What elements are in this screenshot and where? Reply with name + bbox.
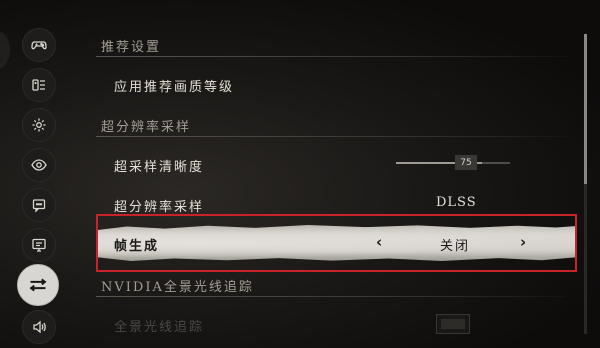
controller-layout-icon [32, 79, 45, 91]
sidebar-item-gamepad[interactable] [22, 28, 56, 62]
section-header-super-resolution: 超分辨率采样 [101, 120, 192, 135]
upscaling-value[interactable]: DLSS [436, 195, 477, 210]
setting-upscaling-label: 超分辨率采样 [114, 200, 205, 215]
sharpness-slider[interactable] [396, 162, 510, 164]
eye-icon [31, 159, 47, 171]
sidebar [0, 0, 80, 348]
scrollbar-thumb[interactable] [584, 34, 587, 184]
section-header-path-tracing: NVIDIA全景光线追踪 [101, 280, 254, 295]
settings-screen: 推荐设置 应用推荐画质等级 超分辨率采样 超采样清晰度 75 超分辨率采样 DL… [0, 0, 600, 348]
settings-content: 推荐设置 应用推荐画质等级 超分辨率采样 超采样清晰度 75 超分辨率采样 DL… [96, 0, 580, 348]
gamepad-icon [31, 41, 47, 50]
scrollbar[interactable] [584, 34, 587, 334]
chat-icon [32, 199, 46, 213]
sharpness-value-badge[interactable]: 75 [455, 155, 477, 170]
section-divider [96, 56, 566, 57]
setting-path-tracing-label: 全景光线追踪 [114, 320, 205, 335]
sidebar-item-graphics[interactable] [17, 264, 59, 306]
frame-generation-value: 关闭 [440, 239, 471, 254]
frame-generation-row[interactable] [98, 225, 575, 261]
setting-apply-recommended-quality[interactable]: 应用推荐画质等级 [114, 76, 234, 95]
section-divider [96, 296, 566, 297]
gear-icon [32, 118, 46, 132]
sidebar-item-controller-layout[interactable] [22, 68, 56, 102]
sidebar-item-monitor[interactable] [22, 228, 56, 262]
monitor-icon [32, 238, 46, 252]
prev-option-arrow[interactable]: ‹ [376, 233, 382, 251]
next-option-arrow[interactable]: › [520, 233, 526, 251]
sidebar-edge-decoration [0, 30, 10, 70]
section-divider [96, 136, 566, 137]
speaker-icon [33, 320, 46, 334]
setting-sharpness-label: 超采样清晰度 [114, 160, 205, 175]
path-tracing-toggle[interactable] [436, 314, 470, 334]
sidebar-item-audio[interactable] [22, 310, 56, 344]
sliders-icon [29, 278, 47, 292]
sidebar-item-chat[interactable] [22, 188, 56, 222]
sidebar-item-display[interactable] [22, 148, 56, 182]
sidebar-item-settings[interactable] [22, 108, 56, 142]
frame-generation-label: 帧生成 [114, 239, 160, 254]
section-header-recommended: 推荐设置 [101, 40, 162, 55]
